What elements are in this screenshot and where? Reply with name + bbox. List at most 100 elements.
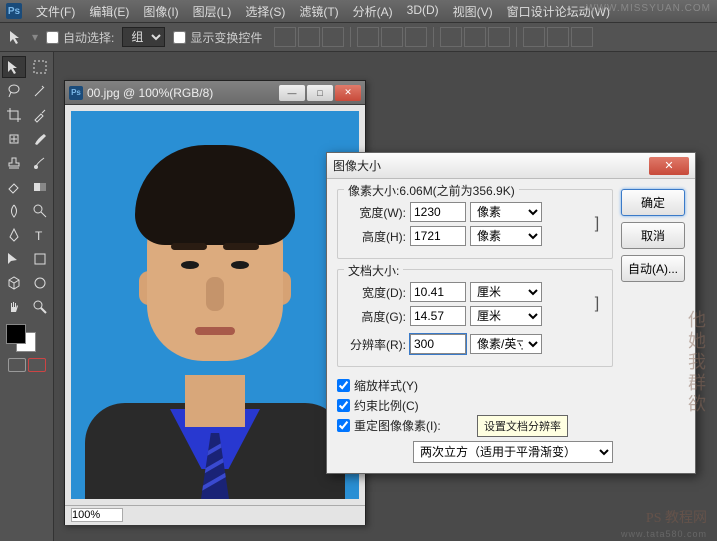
eraser-tool[interactable]	[2, 176, 26, 198]
crop-tool[interactable]	[2, 104, 26, 126]
menu-edit[interactable]: 编辑(E)	[83, 1, 135, 22]
width-d-input[interactable]	[410, 282, 466, 302]
menu-bar: 文件(F) 编辑(E) 图像(I) 图层(L) 选择(S) 滤镜(T) 分析(A…	[30, 1, 616, 22]
distribute-icon[interactable]	[547, 27, 569, 47]
brush-tool[interactable]	[28, 128, 52, 150]
3d-tool[interactable]	[2, 272, 26, 294]
close-button[interactable]: ✕	[335, 85, 361, 101]
cancel-button[interactable]: 取消	[621, 222, 685, 249]
app-titlebar: Ps 文件(F) 编辑(E) 图像(I) 图层(L) 选择(S) 滤镜(T) 分…	[0, 0, 717, 22]
pixel-dimensions-legend: 像素大小:6.06M(之前为356.9K)	[344, 182, 519, 199]
zoom-input[interactable]	[71, 508, 123, 522]
maximize-button[interactable]: □	[307, 85, 333, 101]
width-w-label: 宽度(W):	[346, 204, 406, 221]
path-select-tool[interactable]	[2, 248, 26, 270]
pen-tool[interactable]	[2, 224, 26, 246]
resample-checkbox[interactable]	[337, 419, 350, 432]
move-tool-icon	[8, 29, 24, 45]
width-w-unit[interactable]: 像素	[470, 202, 542, 222]
svg-text:T: T	[35, 229, 43, 243]
menu-3d[interactable]: 3D(D)	[401, 1, 445, 22]
foreground-color-swatch[interactable]	[6, 324, 26, 344]
hand-tool[interactable]	[2, 296, 26, 318]
lasso-tool[interactable]	[2, 80, 26, 102]
distribute-icon[interactable]	[464, 27, 486, 47]
auto-select-checkbox[interactable]	[46, 31, 59, 44]
show-transform-check[interactable]: 显示变换控件	[173, 29, 262, 46]
align-icon[interactable]	[274, 27, 296, 47]
distribute-icon[interactable]	[488, 27, 510, 47]
document-size-legend: 文档大小:	[344, 262, 403, 279]
move-tool[interactable]	[2, 56, 26, 78]
resolution-unit[interactable]: 像素/英寸	[470, 334, 542, 354]
watermark-url: www.tata580.com	[621, 529, 707, 539]
auto-select-dropdown[interactable]: 组	[122, 27, 165, 47]
menu-filter[interactable]: 滤镜(T)	[293, 1, 344, 22]
quickmask-toggle[interactable]	[2, 358, 52, 372]
workspace: Ps 00.jpg @ 100%(RGB/8) — □ ✕	[54, 52, 717, 541]
toolbox: T	[0, 52, 54, 541]
width-d-unit[interactable]: 厘米	[470, 282, 542, 302]
3d-camera-tool[interactable]	[28, 272, 52, 294]
height-g-input[interactable]	[410, 306, 466, 326]
healing-tool[interactable]	[2, 128, 26, 150]
options-bar: ▾ 自动选择: 组 显示变换控件	[0, 22, 717, 52]
resolution-input[interactable]	[410, 334, 466, 354]
separator	[350, 27, 351, 47]
distribute-icon[interactable]	[523, 27, 545, 47]
scale-styles-checkbox[interactable]	[337, 379, 350, 392]
minimize-button[interactable]: —	[279, 85, 305, 101]
show-transform-label: 显示变换控件	[190, 29, 262, 46]
ps-doc-icon: Ps	[69, 86, 83, 100]
document-size-group: 文档大小: 宽度(D): 厘米 高度(G):	[337, 269, 613, 367]
resample-label: 重定图像像素(I):	[354, 417, 441, 434]
menu-select[interactable]: 选择(S)	[239, 1, 291, 22]
stamp-tool[interactable]	[2, 152, 26, 174]
distribute-icon[interactable]	[440, 27, 462, 47]
align-icon[interactable]	[405, 27, 427, 47]
menu-image[interactable]: 图像(I)	[137, 1, 184, 22]
width-d-label: 宽度(D):	[346, 284, 406, 301]
dialog-titlebar[interactable]: 图像大小 ✕	[327, 153, 695, 179]
dialog-close-button[interactable]: ✕	[649, 157, 689, 175]
height-h-unit[interactable]: 像素	[470, 226, 542, 246]
height-h-input[interactable]	[410, 226, 466, 246]
color-swatches[interactable]	[2, 324, 52, 356]
pixel-dimensions-group: 像素大小:6.06M(之前为356.9K) 宽度(W): 像素 高度(H):	[337, 189, 613, 259]
resolution-tooltip: 设置文档分辨率	[477, 415, 568, 437]
show-transform-checkbox[interactable]	[173, 31, 186, 44]
document-titlebar[interactable]: Ps 00.jpg @ 100%(RGB/8) — □ ✕	[65, 81, 365, 105]
align-icon[interactable]	[298, 27, 320, 47]
distribute-icon[interactable]	[571, 27, 593, 47]
ok-button[interactable]: 确定	[621, 189, 685, 216]
align-icon[interactable]	[322, 27, 344, 47]
eyedropper-tool[interactable]	[28, 104, 52, 126]
menu-layer[interactable]: 图层(L)	[187, 1, 238, 22]
auto-select-check[interactable]: 自动选择:	[46, 29, 114, 46]
height-h-label: 高度(H):	[346, 228, 406, 245]
auto-button[interactable]: 自动(A)...	[621, 255, 685, 282]
zoom-tool[interactable]	[28, 296, 52, 318]
history-brush-tool[interactable]	[28, 152, 52, 174]
menu-file[interactable]: 文件(F)	[30, 1, 81, 22]
gradient-tool[interactable]	[28, 176, 52, 198]
constrain-checkbox[interactable]	[337, 399, 350, 412]
auto-select-label: 自动选择:	[63, 29, 114, 46]
shape-tool[interactable]	[28, 248, 52, 270]
marquee-tool[interactable]	[28, 56, 52, 78]
dodge-tool[interactable]	[28, 200, 52, 222]
menu-view[interactable]: 视图(V)	[447, 1, 499, 22]
ps-logo-icon: Ps	[6, 3, 22, 19]
type-tool[interactable]: T	[28, 224, 52, 246]
menu-analysis[interactable]: 分析(A)	[347, 1, 399, 22]
document-canvas[interactable]	[65, 105, 365, 505]
height-g-unit[interactable]: 厘米	[470, 306, 542, 326]
blur-tool[interactable]	[2, 200, 26, 222]
width-w-input[interactable]	[410, 202, 466, 222]
align-icon[interactable]	[357, 27, 379, 47]
wand-tool[interactable]	[28, 80, 52, 102]
align-icon[interactable]	[381, 27, 403, 47]
document-window: Ps 00.jpg @ 100%(RGB/8) — □ ✕	[64, 80, 366, 525]
resample-method-dropdown[interactable]: 两次立方（适用于平滑渐变）	[413, 441, 613, 463]
constrain-label: 约束比例(C)	[354, 397, 419, 414]
